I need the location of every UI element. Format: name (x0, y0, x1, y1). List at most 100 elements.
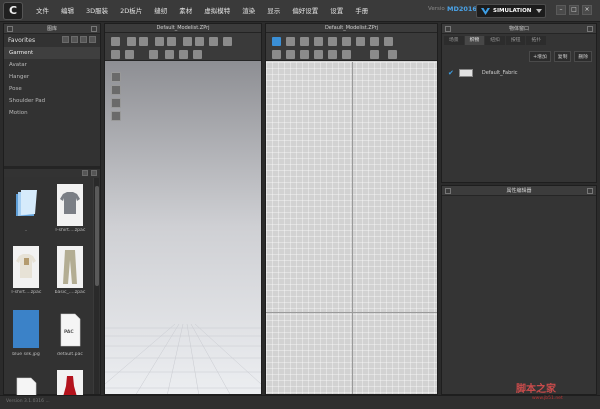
library-item-garment[interactable]: Garment (4, 47, 100, 59)
tack-on-icon[interactable] (328, 50, 337, 59)
ruler-icon[interactable] (388, 50, 397, 59)
thumb-red-dress[interactable] (48, 366, 92, 395)
fabric-name: Default_Fabric (481, 70, 518, 76)
menu-settings[interactable]: 设置 (324, 0, 349, 22)
library-item-avatar[interactable]: Avatar (4, 59, 100, 71)
zipper-tool-icon[interactable] (179, 50, 188, 59)
edit-favorite-icon[interactable] (71, 36, 78, 43)
delete-fabric-button[interactable]: 删除 (574, 50, 592, 62)
object-browser-tabs: 场景 织物 纽扣 按钮 拓扑 (444, 36, 594, 45)
panel-dock-icon[interactable] (445, 188, 451, 194)
library-item-pose[interactable]: Pose (4, 83, 100, 95)
3d-viewport[interactable]: Default_Modelist.ZPrj (104, 23, 262, 395)
library-item-shoulder-pad[interactable]: Shoulder Pad (4, 95, 100, 107)
panel-float-icon[interactable] (587, 188, 593, 194)
menu-file[interactable]: 文件 (30, 0, 55, 22)
edit-curve-icon[interactable] (300, 37, 309, 46)
button-tool-icon[interactable] (165, 50, 174, 59)
fabric-list-item[interactable]: ✔ Default_Fabric (448, 69, 518, 77)
tab-scene[interactable]: 场景 (444, 36, 464, 45)
measure-tool-icon[interactable] (195, 37, 204, 46)
tab-fabric[interactable]: 织物 (464, 36, 485, 45)
menu-display[interactable]: 显示 (261, 0, 286, 22)
polygon-icon[interactable] (314, 37, 323, 46)
thumb-tshirt-1[interactable]: T-shirt....zpac (48, 180, 92, 242)
list-view-icon[interactable] (89, 36, 96, 43)
dart-icon[interactable] (384, 37, 393, 46)
panel-dock-icon[interactable] (445, 26, 451, 32)
brush-tool-icon[interactable] (223, 37, 232, 46)
move-tool-icon[interactable] (127, 37, 136, 46)
thumb-view-icon[interactable] (82, 170, 88, 176)
2d-viewport[interactable]: Default_Modelist.ZPrj (265, 23, 438, 395)
fold-tool-icon[interactable] (155, 37, 164, 46)
circle-icon[interactable] (342, 37, 351, 46)
menu-render[interactable]: 渲染 (236, 0, 261, 22)
avatar-pose-icon[interactable] (111, 85, 121, 95)
edit-sewing-icon[interactable] (314, 50, 323, 59)
panel-float-icon[interactable] (91, 26, 97, 32)
thumb-caption: .. (24, 228, 28, 233)
line-tool-icon[interactable] (193, 50, 202, 59)
add-favorite-icon[interactable] (62, 36, 69, 43)
seam-allowance-icon[interactable] (272, 50, 281, 59)
avatar-tool-icon[interactable] (125, 50, 134, 59)
pin-tool-icon[interactable] (139, 37, 148, 46)
scrollbar-thumb[interactable] (95, 186, 99, 286)
select-tool-icon[interactable] (111, 37, 120, 46)
menu-materials[interactable]: 素材 (173, 0, 198, 22)
tab-buttons[interactable]: 纽扣 (485, 36, 505, 45)
thumbnail-scrollbar[interactable] (93, 178, 99, 394)
edit-pattern-icon[interactable] (286, 37, 295, 46)
library-item-motion[interactable]: Motion (4, 107, 100, 119)
strengthen-tool-icon[interactable] (149, 50, 158, 59)
panel-float-icon[interactable] (587, 26, 593, 32)
copy-fabric-button[interactable]: 复制 (553, 50, 572, 62)
2d-pattern-grid[interactable] (266, 62, 437, 394)
transform-pattern-icon[interactable] (272, 37, 281, 46)
thumb-basic-pants[interactable]: basic_....zpac (48, 242, 92, 304)
light-display-icon[interactable] (111, 111, 121, 121)
app-logo-icon[interactable]: C (3, 2, 23, 20)
tshirt-icon (57, 184, 83, 226)
segment-sewing-icon[interactable] (286, 50, 295, 59)
thumb-blue-silk[interactable]: blue silk.jpg (4, 304, 48, 366)
texture-display-icon[interactable] (111, 98, 121, 108)
thumb-list-icon[interactable] (91, 170, 97, 176)
simulation-mode-select[interactable]: SIMULATION (476, 4, 546, 18)
edit-texture-icon[interactable] (342, 50, 351, 59)
menu-preferences[interactable]: 偏好设置 (286, 0, 324, 22)
menu-3d-garment[interactable]: 3D服装 (80, 0, 114, 22)
thumb-document[interactable] (4, 366, 48, 395)
maximize-button[interactable]: □ (569, 5, 579, 15)
thumb-parent-folder[interactable]: .. (4, 180, 48, 242)
add-fabric-button[interactable]: +增加 (529, 50, 551, 62)
menu-manual[interactable]: 手册 (349, 0, 374, 22)
rectangle-icon[interactable] (328, 37, 337, 46)
menu-avatar[interactable]: 虚拟模特 (198, 0, 236, 22)
thumb-tshirt-2[interactable]: T-shirt....zpac (4, 242, 48, 304)
free-sewing-icon[interactable] (300, 50, 309, 59)
menu-sewing[interactable]: 缝纫 (148, 0, 173, 22)
needle-tool-icon[interactable] (111, 50, 120, 59)
tab-buttonholes[interactable]: 按钮 (505, 36, 526, 45)
2d-viewport-title: Default_Modelist.ZPrj (266, 24, 437, 33)
thumb-default-pac[interactable]: PAC default.pac (48, 304, 92, 366)
document-icon (60, 313, 81, 347)
menu-2d-pattern[interactable]: 2D板片 (114, 0, 148, 22)
library-item-hanger[interactable]: Hanger (4, 71, 100, 83)
internal-rect-icon[interactable] (370, 37, 379, 46)
minimize-button[interactable]: – (556, 5, 566, 15)
arrange-tool-icon[interactable] (167, 37, 176, 46)
remove-favorite-icon[interactable] (80, 36, 87, 43)
tack-tool-icon[interactable] (183, 37, 192, 46)
annotation-icon[interactable] (370, 50, 379, 59)
texture-tool-icon[interactable] (209, 37, 218, 46)
internal-polygon-icon[interactable] (356, 37, 365, 46)
avatar-display-icon[interactable] (111, 72, 121, 82)
close-button[interactable]: × (582, 5, 592, 15)
fabric-actions: +增加 复制 删除 (442, 50, 596, 62)
tab-topology[interactable]: 拓扑 (526, 36, 547, 45)
menu-edit[interactable]: 编辑 (55, 0, 80, 22)
panel-dock-icon[interactable] (7, 26, 13, 32)
